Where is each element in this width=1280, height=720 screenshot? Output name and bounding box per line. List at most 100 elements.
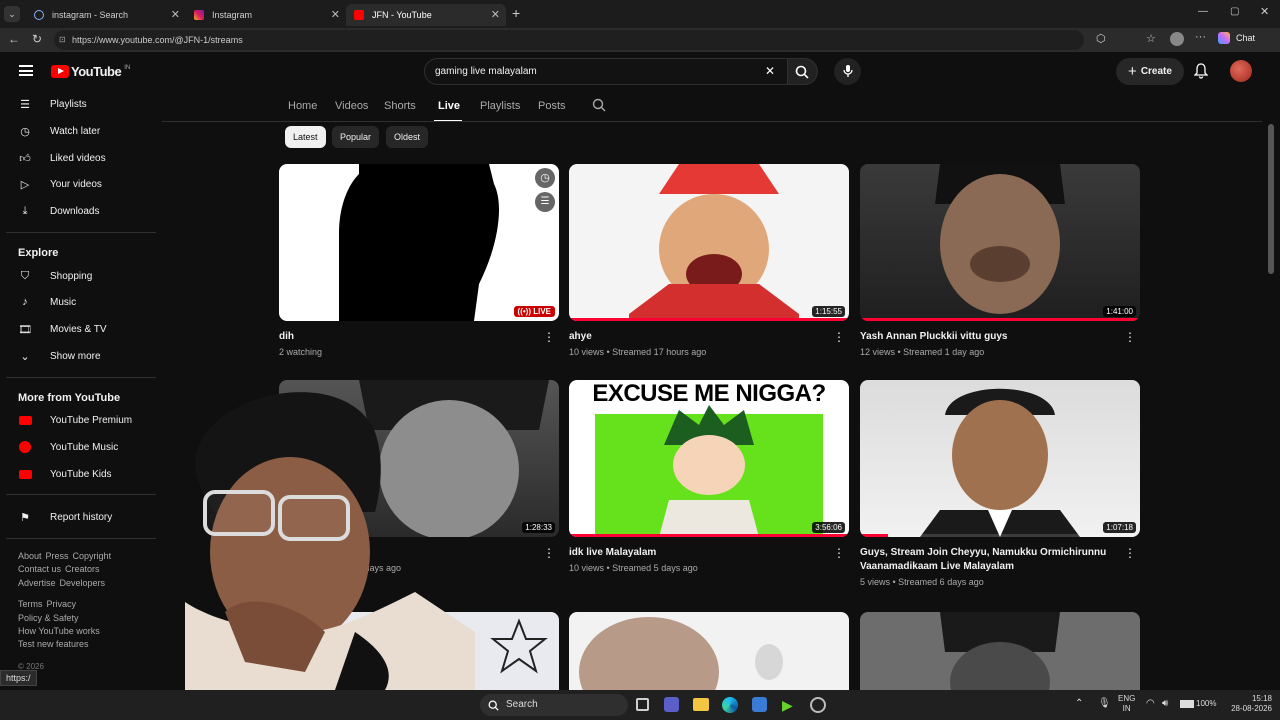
sidebar-item-downloads[interactable]: ⤓ Downloads: [18, 201, 100, 221]
task-view-icon[interactable]: [636, 698, 649, 711]
video-title[interactable]: Guys, Stream Join Cheyyu, Namukku Ormich…: [860, 546, 1115, 574]
footer-link-about[interactable]: About: [18, 551, 42, 561]
sidebar-item-playlists[interactable]: ☰ Playlists: [18, 94, 87, 114]
video-title[interactable]: idk live Malayalam: [569, 546, 824, 560]
add-to-queue-overlay-icon[interactable]: ☰: [535, 192, 555, 212]
chrome-icon[interactable]: [810, 697, 826, 713]
minimize-button[interactable]: —: [1198, 6, 1208, 17]
new-tab-button[interactable]: +: [512, 5, 520, 21]
sidebar-item-your-videos[interactable]: ▷ Your videos: [18, 174, 102, 194]
footer-link-press[interactable]: Press: [46, 551, 69, 561]
sidebar-item-watch-later[interactable]: ◷ Watch later: [18, 121, 100, 141]
file-explorer-icon[interactable]: [693, 698, 709, 711]
footer-link-test-features[interactable]: Test new features: [18, 639, 89, 649]
profile-avatar[interactable]: [1170, 32, 1184, 46]
chip-latest[interactable]: Latest: [285, 126, 326, 148]
sidebar-item-youtube-music[interactable]: YouTube Music: [18, 437, 118, 457]
watch-later-overlay-icon[interactable]: ◷: [535, 168, 555, 188]
search-box[interactable]: gaming live malayalam ✕: [424, 58, 788, 85]
refresh-button[interactable]: ↻: [32, 32, 42, 46]
video-thumbnail[interactable]: [860, 612, 1140, 690]
more-actions-icon[interactable]: ⋮: [1124, 547, 1136, 559]
footer-link-advertise[interactable]: Advertise: [18, 578, 56, 588]
clear-search-icon[interactable]: ✕: [765, 64, 775, 78]
close-tab-icon[interactable]: ✕: [171, 8, 180, 21]
chip-oldest[interactable]: Oldest: [386, 126, 429, 148]
back-button[interactable]: ←: [8, 32, 20, 46]
more-actions-icon[interactable]: ⋮: [543, 547, 555, 559]
footer-link-copyright[interactable]: Copyright: [73, 551, 112, 561]
video-title[interactable]: Yash Annan Pluckkii vittu guys: [860, 330, 1115, 344]
tab-instagram[interactable]: Instagram ✕: [186, 4, 346, 26]
edge-browser-icon[interactable]: [722, 697, 738, 713]
more-actions-icon[interactable]: ⋮: [833, 547, 845, 559]
video-title[interactable]: ahye: [569, 330, 824, 344]
video-title[interactable]: dih: [279, 330, 534, 344]
more-actions-icon[interactable]: ⋮: [833, 331, 845, 343]
battery-icon[interactable]: [1180, 700, 1194, 708]
tab-shorts[interactable]: Shorts: [384, 100, 416, 112]
footer-link-terms[interactable]: Terms: [18, 599, 43, 609]
wifi-icon[interactable]: ◠: [1146, 698, 1155, 709]
video-thumbnail[interactable]: [569, 612, 849, 690]
sidebar-item-youtube-kids[interactable]: YouTube Kids: [18, 464, 112, 484]
hamburger-menu-icon[interactable]: [19, 65, 33, 76]
copilot-chat-button[interactable]: Chat: [1218, 32, 1255, 44]
video-thumbnail[interactable]: EXCUSE ME NIGGA? 3:56:06: [569, 380, 849, 537]
tab-live[interactable]: Live: [438, 100, 460, 112]
favorites-icon[interactable]: ☆: [1146, 32, 1156, 45]
close-tab-icon[interactable]: ✕: [491, 8, 500, 21]
microphone-tray-icon[interactable]: 🎙︎: [1098, 698, 1111, 709]
video-thumbnail[interactable]: 1:07:18: [860, 380, 1140, 537]
tab-videos[interactable]: Videos: [335, 100, 368, 112]
close-window-button[interactable]: ✕: [1260, 5, 1269, 18]
search-input[interactable]: gaming live malayalam: [435, 66, 537, 77]
volume-icon[interactable]: 🔊︎: [1162, 698, 1168, 709]
sidebar-show-more[interactable]: ⌄ Show more: [18, 346, 100, 366]
footer-link-how-youtube-works[interactable]: How YouTube works: [18, 626, 100, 636]
chip-popular[interactable]: Popular: [332, 126, 380, 148]
page-scrollbar[interactable]: [1268, 124, 1274, 274]
url-field[interactable]: ⊡ https://www.youtube.com/@JFN-1/streams: [54, 30, 1084, 50]
footer-link-creators[interactable]: Creators: [65, 564, 100, 574]
sidebar-item-shopping[interactable]: ⛉ Shopping: [18, 266, 92, 286]
video-thumbnail[interactable]: 1:15:55: [569, 164, 849, 321]
create-button[interactable]: + Create: [1116, 58, 1184, 85]
sidebar-item-liked-videos[interactable]: 👍︎ Liked videos: [18, 148, 105, 168]
sidebar-item-movies-tv[interactable]: 🎞︎ Movies & TV: [18, 319, 106, 339]
close-tab-icon[interactable]: ✕: [331, 8, 340, 21]
store-icon[interactable]: [752, 697, 767, 712]
tab-playlists[interactable]: Playlists: [480, 100, 520, 112]
tab-instagram-search[interactable]: instagram - Search ✕: [26, 4, 186, 26]
sidebar-item-youtube-premium[interactable]: YouTube Premium: [18, 410, 132, 430]
search-button[interactable]: [788, 58, 818, 85]
tab-list-button[interactable]: ⌄: [4, 6, 20, 22]
more-actions-icon[interactable]: ⋮: [1124, 331, 1136, 343]
footer-link-contact[interactable]: Contact us: [18, 564, 61, 574]
footer-link-policy[interactable]: Policy & Safety: [18, 613, 79, 623]
teams-icon[interactable]: [664, 697, 679, 712]
more-options-icon[interactable]: ···: [1195, 31, 1206, 43]
account-avatar[interactable]: [1230, 60, 1252, 82]
tab-posts[interactable]: Posts: [538, 100, 566, 112]
sidebar-item-report-history[interactable]: ⚑ Report history: [18, 507, 112, 527]
clock[interactable]: 15:18 28-08-2026: [1222, 694, 1272, 714]
video-thumbnail[interactable]: 1:41:00: [860, 164, 1140, 321]
sidebar-item-music[interactable]: ♪ Music: [18, 292, 76, 312]
extensions-icon[interactable]: ⬡: [1096, 32, 1106, 45]
maximize-button[interactable]: ▢: [1230, 6, 1239, 17]
youtube-logo[interactable]: YouTube IN: [51, 64, 130, 79]
language-indicator[interactable]: ENG IN: [1118, 694, 1135, 714]
voice-search-button[interactable]: [834, 58, 861, 85]
taskbar-search[interactable]: Search: [480, 694, 628, 716]
more-actions-icon[interactable]: ⋮: [543, 331, 555, 343]
channel-search-icon[interactable]: [592, 98, 606, 115]
notifications-button[interactable]: [1193, 63, 1209, 84]
video-thumbnail[interactable]: ◷ ☰ ((•)) LIVE: [279, 164, 559, 321]
tab-home[interactable]: Home: [288, 100, 317, 112]
media-player-icon[interactable]: ▶: [782, 697, 793, 714]
tray-overflow-icon[interactable]: ⌃: [1075, 698, 1083, 709]
footer-link-developers[interactable]: Developers: [60, 578, 106, 588]
footer-link-privacy[interactable]: Privacy: [47, 599, 77, 609]
tab-jfn-youtube[interactable]: JFN - YouTube ✕: [346, 4, 506, 26]
